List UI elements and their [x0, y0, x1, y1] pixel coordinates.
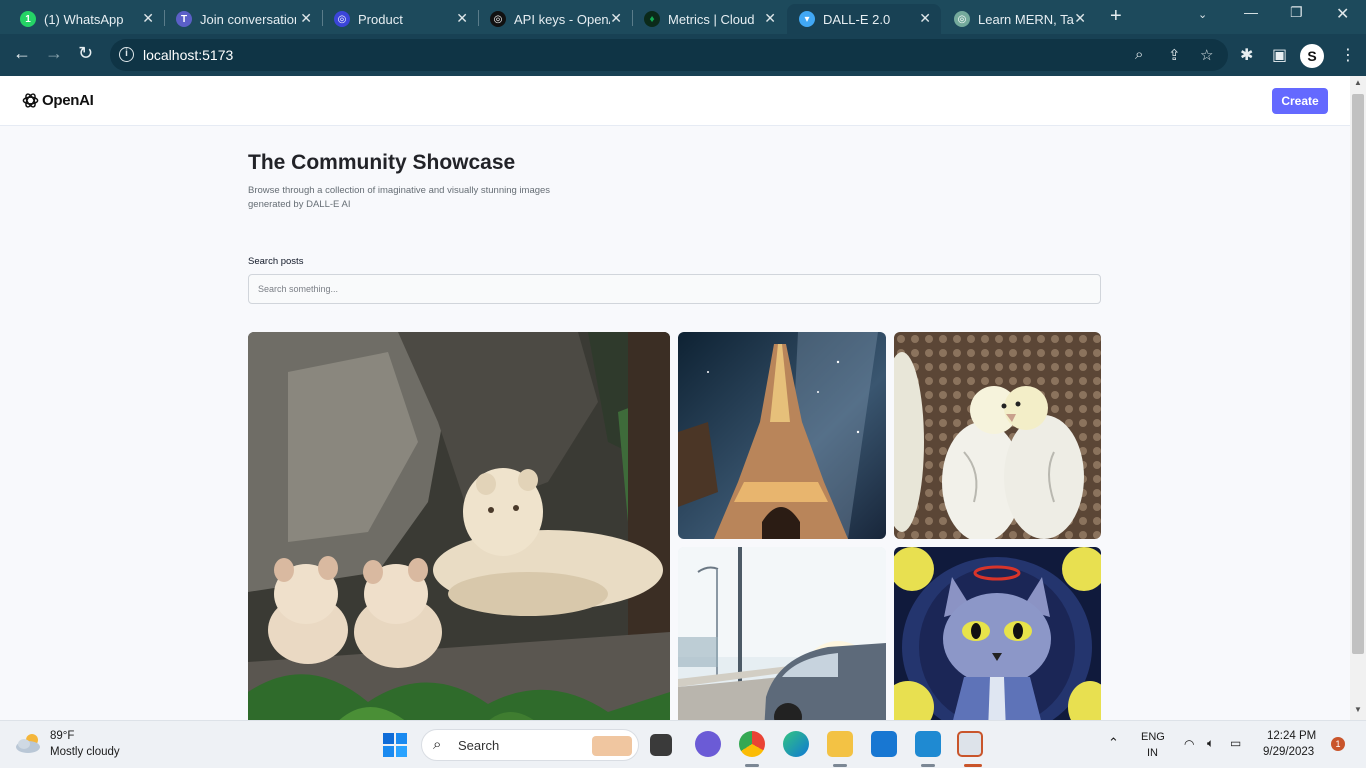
highway-car-image[interactable] [678, 547, 886, 720]
file-explorer-icon[interactable] [827, 731, 853, 757]
task-view-icon[interactable] [650, 734, 672, 756]
page-title: The Community Showcase [248, 151, 516, 174]
active-indicator [964, 764, 982, 767]
tab-learn-mern[interactable]: ◎ Learn MERN, Tai ✕ [942, 4, 1096, 34]
brand-name: OpenAI [42, 92, 94, 109]
close-icon[interactable]: ✕ [764, 10, 776, 27]
page-viewport: OpenAI Create The Community Showcase Bro… [0, 76, 1350, 720]
page-subtitle: Browse through a collection of imaginati… [248, 185, 551, 210]
clock-time[interactable]: 12:24 PM [1267, 730, 1316, 742]
windows-taskbar: 89°F Mostly cloudy ⌕ Search ⌃ ENG IN ◠ 🔈… [0, 720, 1366, 768]
tab-dalle[interactable]: ▾ DALL-E 2.0 ✕ [787, 4, 941, 34]
tab-product[interactable]: ◎ Product ✕ [322, 4, 478, 34]
close-icon[interactable]: ✕ [919, 10, 931, 27]
eiffel-tower-image[interactable] [678, 332, 886, 539]
weather-temperature[interactable]: 89°F [50, 730, 74, 742]
cat-painting-image[interactable] [894, 547, 1101, 720]
zoom-icon[interactable]: ⌕ [1135, 46, 1143, 63]
minimize-icon[interactable]: — [1244, 4, 1258, 20]
edge-icon[interactable] [783, 731, 809, 757]
scroll-up-icon[interactable]: ▲ [1354, 78, 1362, 87]
clock-date[interactable]: 9/29/2023 [1263, 746, 1314, 758]
tab-metrics[interactable]: ♦ Metrics | Cloud ✕ [632, 4, 786, 34]
reload-icon[interactable]: ↻ [78, 43, 93, 64]
openai-icon: ◎ [334, 11, 350, 27]
restore-icon[interactable]: ❐ [1290, 4, 1303, 21]
snipping-tool-icon[interactable] [957, 731, 983, 757]
close-icon[interactable]: ✕ [610, 10, 622, 27]
volume-icon[interactable]: 🔈︎ [1207, 736, 1214, 751]
battery-icon[interactable]: ▭ [1230, 736, 1241, 750]
teams-icon: T [176, 11, 192, 27]
tray-overflow-chevron-icon[interactable]: ⌃ [1108, 735, 1119, 751]
whatsapp-icon: 1 [20, 11, 36, 27]
search-icon: ⌕ [433, 736, 442, 753]
chatgpt-icon: ◎ [954, 11, 970, 27]
weather-description[interactable]: Mostly cloudy [50, 746, 120, 758]
close-icon[interactable]: ✕ [456, 10, 468, 27]
notification-badge[interactable]: 1 [1331, 737, 1345, 751]
tab-title: (1) WhatsApp [44, 11, 124, 27]
running-indicator [921, 764, 935, 767]
tab-title: Join conversation [200, 11, 296, 27]
wifi-icon[interactable]: ◠ [1184, 737, 1194, 751]
back-icon[interactable]: ← [13, 43, 31, 64]
create-button[interactable]: Create [1272, 88, 1328, 114]
scrollbar-thumb[interactable] [1352, 94, 1364, 654]
search-label: Search posts [248, 256, 304, 267]
openai-icon: ◎ [490, 11, 506, 27]
tab-title: DALL-E 2.0 [823, 11, 891, 27]
browser-toolbar: ← → ↻ i localhost:5173 ⌕ ⇪ ☆ ✱ ▣ ⋮ [0, 34, 1366, 76]
mail-icon[interactable] [871, 731, 897, 757]
menu-kebab-icon[interactable]: ⋮ [1340, 45, 1356, 65]
url-text[interactable]: localhost:5173 [143, 47, 233, 63]
tab-api-keys[interactable]: ◎ API keys - OpenAI ✕ [478, 4, 632, 34]
tab-whatsapp[interactable]: 1 (1) WhatsApp ✕ [8, 4, 164, 34]
white-lions-image[interactable] [248, 332, 670, 720]
tab-teams[interactable]: T Join conversation ✕ [164, 4, 322, 34]
taskbar-search-label: Search [458, 738, 500, 753]
windows-start-icon[interactable] [383, 733, 407, 757]
mongodb-icon: ♦ [644, 11, 660, 27]
page-scrollbar[interactable]: ▲ ▼ [1350, 76, 1366, 720]
site-info-icon[interactable]: i [119, 47, 134, 62]
vite-icon: ▾ [799, 11, 815, 27]
openai-icon [22, 93, 39, 108]
new-tab-icon[interactable]: + [1110, 5, 1122, 28]
bookmark-star-icon[interactable]: ☆ [1200, 46, 1213, 64]
close-icon[interactable]: ✕ [1074, 10, 1086, 27]
address-bar[interactable]: i localhost:5173 ⌕ ⇪ ☆ [110, 39, 1228, 71]
tab-search-chevron-icon[interactable]: ⌄ [1198, 8, 1207, 21]
running-indicator [833, 764, 847, 767]
teams-chat-icon[interactable] [695, 731, 721, 757]
close-icon[interactable]: ✕ [142, 10, 154, 27]
search-highlight-icon [592, 736, 632, 756]
region-indicator[interactable]: IN [1147, 747, 1158, 759]
taskbar-search[interactable]: ⌕ Search [421, 729, 639, 761]
share-icon[interactable]: ⇪ [1168, 46, 1181, 64]
openai-logo[interactable]: OpenAI [21, 91, 94, 110]
close-icon[interactable]: ✕ [300, 10, 312, 27]
window-close-icon[interactable]: ✕ [1336, 4, 1349, 24]
site-header: OpenAI Create [0, 76, 1350, 126]
chrome-icon[interactable] [739, 731, 765, 757]
extensions-icon[interactable]: ✱ [1240, 45, 1253, 65]
search-input[interactable] [248, 274, 1101, 304]
scroll-down-icon[interactable]: ▼ [1354, 705, 1362, 714]
forward-icon[interactable]: → [45, 43, 63, 64]
running-indicator [745, 764, 759, 767]
vscode-icon[interactable] [915, 731, 941, 757]
tab-strip: 1 (1) WhatsApp ✕ T Join conversation ✕ ◎… [0, 0, 1366, 34]
tab-title: Metrics | Cloud [668, 11, 755, 27]
tab-title: API keys - OpenAI [514, 11, 610, 27]
tab-title: Product [358, 11, 403, 27]
language-indicator[interactable]: ENG [1141, 731, 1165, 743]
budgies-image[interactable] [894, 332, 1101, 539]
side-panel-icon[interactable]: ▣ [1272, 45, 1287, 65]
cloudy-weather-icon[interactable] [14, 731, 44, 755]
tab-title: Learn MERN, Tai [978, 11, 1074, 27]
profile-avatar[interactable]: S [1300, 44, 1324, 68]
